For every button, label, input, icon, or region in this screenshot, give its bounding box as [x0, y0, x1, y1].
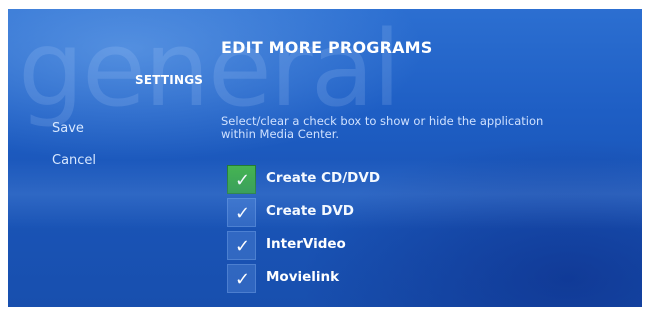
- page-title: EDIT MORE PROGRAMS: [221, 38, 433, 57]
- checkbox[interactable]: ✓: [227, 198, 256, 227]
- program-label: Create DVD: [266, 203, 355, 219]
- checkbox[interactable]: ✓: [227, 165, 256, 194]
- save-button[interactable]: Save: [52, 121, 84, 136]
- checkmark-icon: ✓: [234, 269, 251, 290]
- program-label: Movielink: [266, 269, 340, 285]
- checkmark-icon: ✓: [234, 236, 251, 257]
- checkbox[interactable]: ✓: [227, 264, 256, 293]
- checkmark-icon: ✓: [234, 203, 251, 224]
- program-item-create-dvd[interactable]: ✓ Create DVD: [227, 196, 527, 229]
- section-label: SETTINGS: [135, 73, 204, 87]
- program-item-movielink[interactable]: ✓ Movielink: [227, 262, 527, 295]
- checkbox[interactable]: ✓: [227, 231, 256, 260]
- program-label: Create CD/DVD: [266, 170, 381, 186]
- watermark-text: general: [18, 9, 401, 130]
- instructions-text: Select/clear a check box to show or hide…: [221, 114, 544, 141]
- program-check-list: ✓ Create CD/DVD ✓ Create DVD ✓ InterVide…: [227, 163, 527, 295]
- program-item-intervideo[interactable]: ✓ InterVideo: [227, 229, 527, 262]
- program-item-create-cd-dvd[interactable]: ✓ Create CD/DVD: [227, 163, 527, 196]
- checkmark-icon: ✓: [234, 170, 251, 191]
- settings-panel: general SETTINGS Save Cancel EDIT MORE P…: [8, 9, 642, 307]
- cancel-button[interactable]: Cancel: [52, 153, 96, 168]
- program-label: InterVideo: [266, 236, 346, 252]
